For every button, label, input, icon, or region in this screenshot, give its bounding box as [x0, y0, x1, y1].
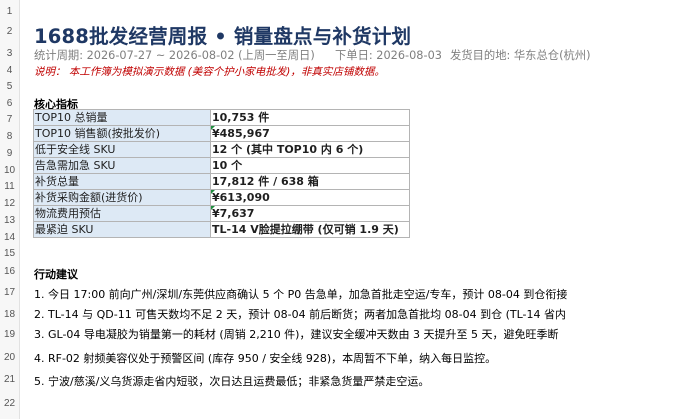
kpi-row: 补货总量 17,812 件 / 638 箱 [33, 173, 410, 190]
kpi-value[interactable]: TL-14 V脸提拉绷带 (仅可销 1.9 天) [210, 221, 410, 238]
worksheet-grid[interactable]: 1688批发经营周报 • 销量盘点与补货计划 统计周期: 2026-07-27 … [20, 0, 691, 419]
row-number[interactable]: 15 [0, 248, 19, 259]
row-number[interactable]: 19 [0, 329, 19, 340]
row-number[interactable]: 20 [0, 352, 19, 363]
action-item[interactable]: 4. RF-02 射频美容仪处于预警区间 (库存 950 / 安全线 928)，… [34, 350, 594, 366]
kpi-row: 告急需加急 SKU 10 个 [33, 157, 410, 174]
row-number[interactable]: 22 [0, 398, 19, 409]
kpi-row: TOP10 销售额(按批发价) ¥485,967 [33, 125, 410, 142]
ship-destination[interactable]: 发货目的地: 华东总仓(杭州) [450, 47, 590, 63]
row-number[interactable]: 16 [0, 266, 19, 277]
row-number[interactable]: 10 [0, 165, 19, 176]
action-item[interactable]: 5. 宁波/慈溪/义乌货源走省内短驳，次日达且运费最低；非紧急货量严禁走空运。 [34, 373, 594, 389]
disclaimer-note[interactable]: 说明： 本工作簿为模拟演示数据 (美容个护小家电批发)，非真实店铺数据。 [34, 64, 385, 79]
kpi-row: 物流费用预估 ¥7,637 [33, 205, 410, 222]
kpi-value[interactable]: 17,812 件 / 638 箱 [210, 173, 410, 190]
kpi-label[interactable]: 补货总量 [33, 173, 211, 190]
kpi-row: 补货采购金额(进货价) ¥613,090 [33, 189, 410, 206]
kpi-value[interactable]: 10,753 件 [210, 109, 410, 126]
kpi-label[interactable]: 物流费用预估 [33, 205, 211, 222]
actions-section-title[interactable]: 行动建议 [34, 266, 78, 282]
row-number[interactable]: 5 [0, 81, 19, 92]
kpi-row: TOP10 总销量 10,753 件 [33, 109, 410, 126]
kpi-value[interactable]: ¥613,090 [210, 189, 410, 206]
row-number[interactable]: 3 [0, 48, 19, 59]
row-number[interactable]: 14 [0, 232, 19, 243]
row-number[interactable]: 2 [0, 26, 19, 37]
action-item[interactable]: 2. TL-14 与 QD-11 可售天数均不足 2 天，预计 08-04 前后… [34, 306, 594, 322]
kpi-label[interactable]: 最紧迫 SKU [33, 221, 211, 238]
kpi-label[interactable]: 低于安全线 SKU [33, 141, 211, 158]
row-number[interactable]: 17 [0, 287, 19, 298]
kpi-value[interactable]: ¥7,637 [210, 205, 410, 222]
kpi-value[interactable]: ¥485,967 [210, 125, 410, 142]
row-number[interactable]: 21 [0, 374, 19, 385]
row-number[interactable]: 6 [0, 98, 19, 109]
row-number[interactable]: 7 [0, 114, 19, 125]
action-item[interactable]: 1. 今日 17:00 前向广州/深圳/东莞供应商确认 5 个 P0 告急单，加… [34, 286, 594, 302]
row-number[interactable]: 1 [0, 6, 19, 17]
row-number-gutter: 1 2 3 4 5 6 7 8 9 10 11 12 13 14 15 16 1… [0, 0, 20, 419]
kpi-label[interactable]: 告急需加急 SKU [33, 157, 211, 174]
kpi-label[interactable]: TOP10 总销量 [33, 109, 211, 126]
row-number[interactable]: 18 [0, 309, 19, 320]
row-number[interactable]: 12 [0, 198, 19, 209]
report-title[interactable]: 1688批发经营周报 • 销量盘点与补货计划 [34, 20, 411, 49]
row-number[interactable]: 11 [0, 181, 19, 192]
kpi-value[interactable]: 10 个 [210, 157, 410, 174]
row-number[interactable]: 13 [0, 215, 19, 226]
report-period[interactable]: 统计周期: 2026-07-27 ~ 2026-08-02 (上周一至周日) [34, 47, 315, 63]
kpi-row: 最紧迫 SKU TL-14 V脸提拉绷带 (仅可销 1.9 天) [33, 221, 410, 238]
kpi-value[interactable]: 12 个 (其中 TOP10 内 6 个) [210, 141, 410, 158]
row-number[interactable]: 4 [0, 65, 19, 76]
row-number[interactable]: 8 [0, 131, 19, 142]
kpi-table: TOP10 总销量 10,753 件 TOP10 销售额(按批发价) ¥485,… [33, 109, 410, 238]
kpi-label[interactable]: 补货采购金额(进货价) [33, 189, 211, 206]
order-date[interactable]: 下单日: 2026-08-03 [335, 47, 442, 63]
kpi-row: 低于安全线 SKU 12 个 (其中 TOP10 内 6 个) [33, 141, 410, 158]
kpi-label[interactable]: TOP10 销售额(按批发价) [33, 125, 211, 142]
action-item[interactable]: 3. GL-04 导电凝胶为销量第一的耗材 (周销 2,210 件)，建议安全缓… [34, 326, 594, 342]
row-number[interactable]: 9 [0, 148, 19, 159]
